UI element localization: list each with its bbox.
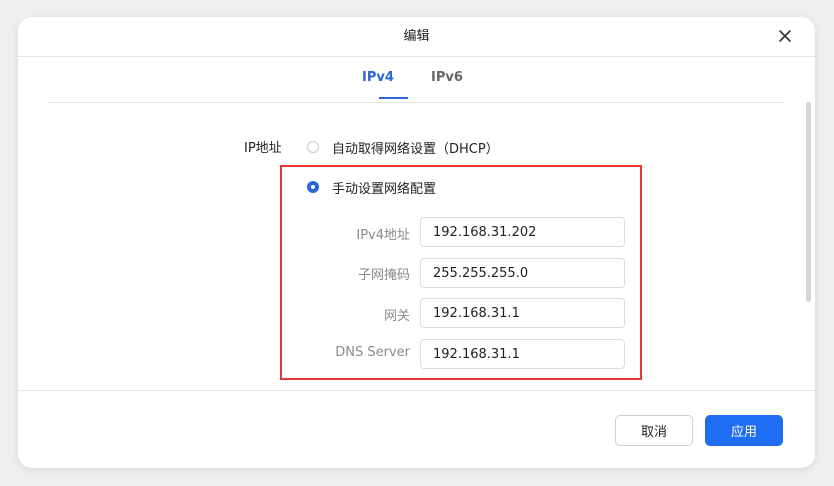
- edit-dialog: 编辑 IPv4 IPv6 IP地址 自动取得网络设置（DHCP） 手动设置网络配…: [18, 17, 815, 468]
- dialog-footer: 取消 应用: [18, 390, 815, 468]
- dns-server-label: DNS Server: [335, 345, 410, 360]
- close-button[interactable]: [775, 26, 795, 46]
- apply-button[interactable]: 应用: [705, 415, 783, 446]
- radio-manual[interactable]: [307, 181, 319, 193]
- tab-ipv6[interactable]: IPv6: [431, 70, 463, 85]
- gateway-input[interactable]: [420, 298, 625, 328]
- scrollbar-thumb[interactable]: [806, 102, 811, 302]
- ipv4-address-input[interactable]: [420, 217, 625, 247]
- dialog-header: 编辑: [18, 17, 815, 57]
- cancel-button[interactable]: 取消: [615, 415, 693, 446]
- active-tab-indicator: [379, 97, 408, 99]
- subnet-mask-label: 子网掩码: [357, 268, 410, 283]
- ipv4-address-label: IPv4地址: [356, 228, 410, 243]
- dialog-title: 编辑: [403, 29, 430, 44]
- gateway-label: 网关: [383, 309, 410, 324]
- radio-dhcp-label[interactable]: 自动取得网络设置（DHCP）: [332, 138, 499, 157]
- dns-server-input[interactable]: [420, 339, 625, 369]
- protocol-tabs: IPv4 IPv6: [48, 56, 783, 103]
- ip-address-label: IP地址: [244, 141, 282, 156]
- subnet-mask-input[interactable]: [420, 258, 625, 288]
- tab-ipv4[interactable]: IPv4: [362, 70, 394, 85]
- close-icon: [779, 30, 791, 42]
- radio-dhcp[interactable]: [307, 141, 319, 153]
- radio-manual-label[interactable]: 手动设置网络配置: [332, 178, 436, 197]
